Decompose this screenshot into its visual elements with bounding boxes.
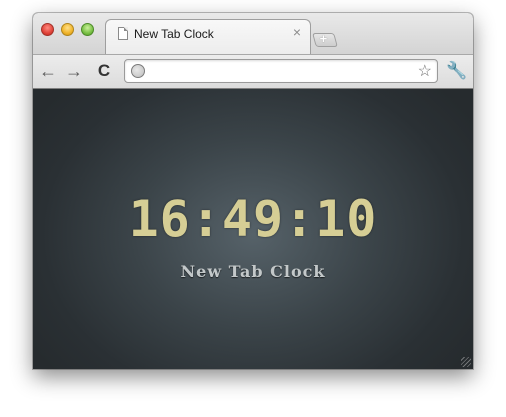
wrench-icon[interactable]: 🔧 xyxy=(446,61,467,81)
tab-new-tab-clock[interactable]: New Tab Clock × xyxy=(105,19,311,55)
address-input[interactable] xyxy=(151,62,411,82)
browser-window: New Tab Clock × + ← → C ☆ 🔧 16:49:10 New… xyxy=(33,13,473,369)
toolbar: ← → C ☆ 🔧 xyxy=(33,54,473,89)
clock-title: New Tab Clock xyxy=(180,262,326,281)
maximize-window-button[interactable] xyxy=(81,23,94,36)
resize-grip-icon[interactable] xyxy=(461,357,471,367)
address-bar[interactable]: ☆ xyxy=(124,59,438,83)
reload-button[interactable]: C xyxy=(93,59,115,83)
bookmark-star-icon[interactable]: ☆ xyxy=(418,61,432,81)
close-window-button[interactable] xyxy=(41,23,54,36)
page-icon xyxy=(118,27,128,40)
title-bar: New Tab Clock × + xyxy=(33,13,473,55)
forward-button[interactable]: → xyxy=(63,59,85,83)
back-button[interactable]: ← xyxy=(37,59,59,83)
plus-icon: + xyxy=(319,31,328,46)
tab-title: New Tab Clock xyxy=(134,27,214,41)
page-content: 16:49:10 New Tab Clock xyxy=(33,89,473,369)
digital-clock: 16:49:10 xyxy=(128,190,378,248)
new-tab-button[interactable]: + xyxy=(312,31,338,47)
globe-icon xyxy=(131,64,145,78)
tab-close-icon[interactable]: × xyxy=(293,24,301,40)
minimize-window-button[interactable] xyxy=(61,23,74,36)
